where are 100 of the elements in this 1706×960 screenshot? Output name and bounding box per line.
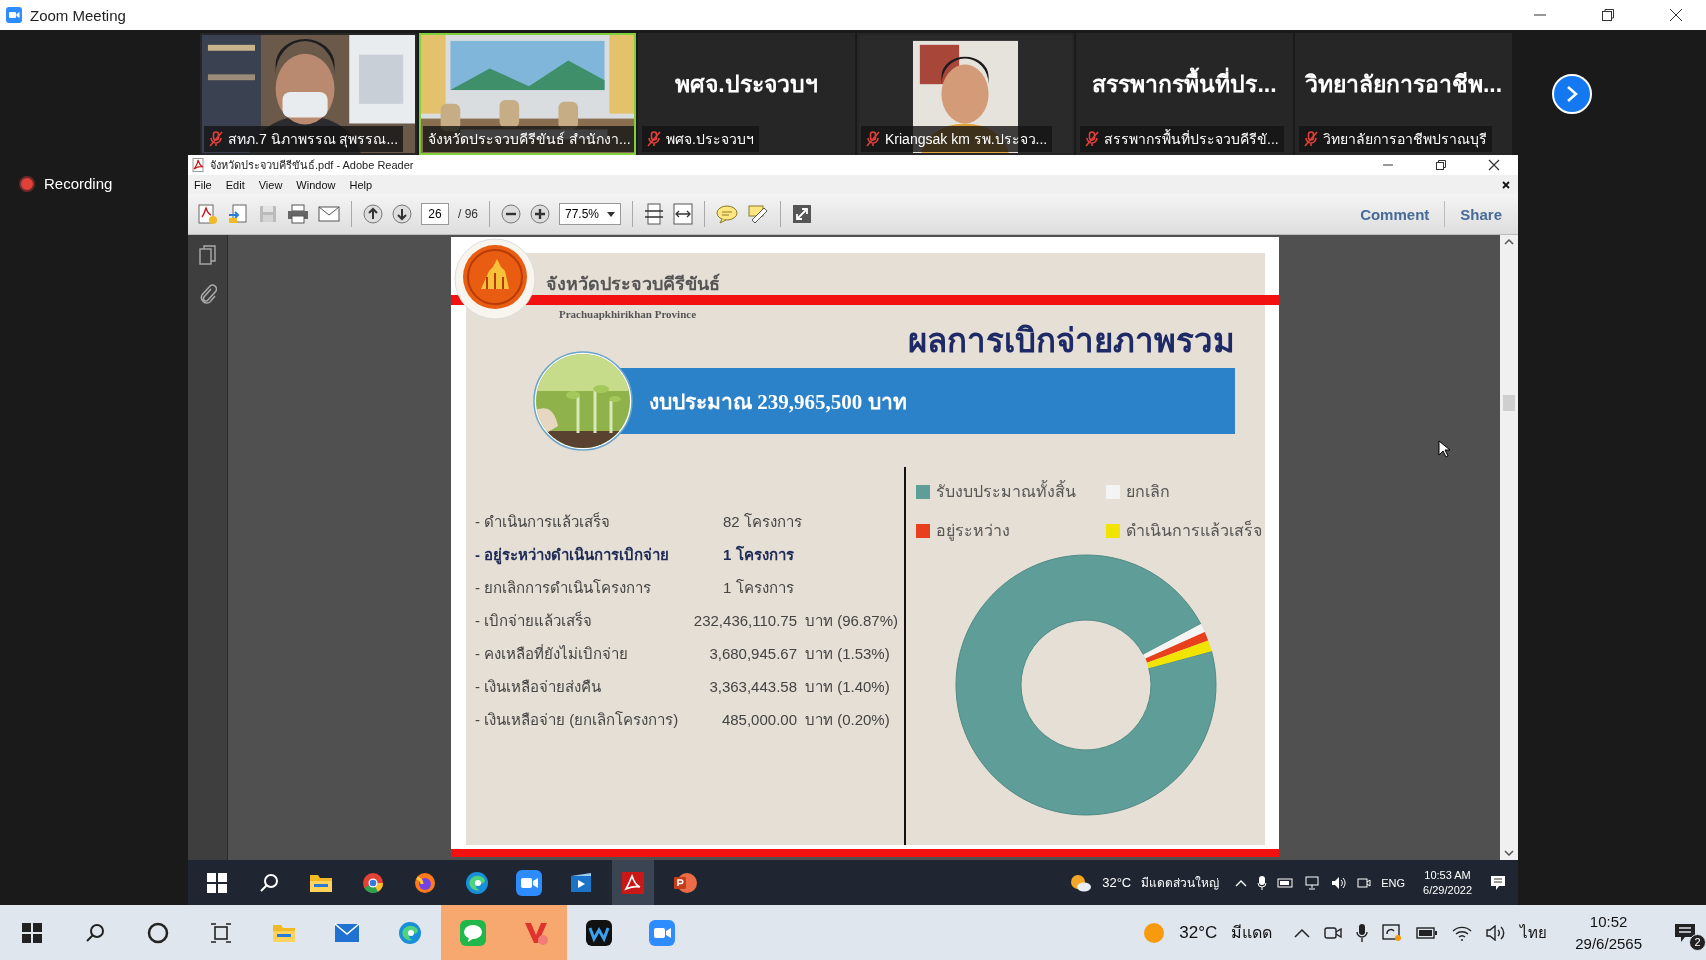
expand-icon[interactable]: [792, 204, 813, 224]
toolbar-link[interactable]: Comment: [1354, 205, 1436, 223]
video-camera-icon: [6, 7, 22, 23]
item-unit: บาท (0.20%): [805, 709, 891, 730]
chrome-browser-icon[interactable]: [362, 871, 384, 894]
create-pdf-icon[interactable]: [196, 203, 218, 225]
highlight-pen-icon[interactable]: [747, 203, 770, 225]
restore-icon[interactable]: [1601, 8, 1615, 22]
notification-icon[interactable]: [1674, 922, 1696, 943]
fox-browser-icon[interactable]: [414, 871, 436, 894]
search-icon[interactable]: [259, 872, 279, 893]
participant-name: วิทยาลัยการอาชีพปราณบุรี: [1323, 130, 1487, 150]
menu-item[interactable]: Help: [349, 178, 373, 191]
muted-mic-icon: [1304, 131, 1318, 147]
participant-display-name: สรรพากรพื้นที่ปร...: [1092, 66, 1277, 102]
province-subtitle: Prachuapkhirikhan Province: [559, 307, 697, 321]
pages-icon[interactable]: [198, 245, 217, 265]
export-icon[interactable]: [227, 203, 249, 225]
language-indicator[interactable]: ENG: [1381, 876, 1406, 889]
scroll-thumb[interactable]: [1503, 395, 1515, 411]
print-icon[interactable]: [287, 204, 309, 224]
windows-logo-icon[interactable]: [207, 872, 227, 893]
page-number-field[interactable]: 26: [421, 203, 449, 225]
chevron-up-icon[interactable]: [1294, 927, 1311, 938]
zoom-in-icon[interactable]: [530, 204, 550, 224]
network-icon[interactable]: [1305, 875, 1322, 890]
item-label: - เบิกจ่ายแล้วเสร็จ: [475, 610, 594, 631]
envelope-icon[interactable]: [318, 206, 340, 222]
next-page-button[interactable]: [1552, 74, 1592, 114]
legend-label: ดำเนินการแล้วเสร็จ: [1126, 519, 1262, 541]
battery-icon[interactable]: [1277, 876, 1296, 889]
item-amount: 232,436,110.75: [692, 610, 798, 631]
menu-item[interactable]: View: [258, 178, 283, 191]
weather-text: มีแดด: [1231, 923, 1273, 943]
taskbar-button[interactable]: [612, 860, 654, 905]
speaker-icon[interactable]: [1486, 924, 1507, 941]
item-amount: 3,680,945.67: [708, 643, 798, 664]
menu-item[interactable]: Window: [296, 178, 336, 191]
camera-icon[interactable]: [1324, 924, 1343, 941]
restore-icon[interactable]: [1435, 159, 1447, 171]
clock-date: 29/6/2565: [1575, 933, 1642, 954]
search-icon[interactable]: [84, 922, 105, 943]
close-icon[interactable]: [1669, 8, 1683, 22]
video-camera-icon[interactable]: [516, 869, 542, 896]
item-label: - เงินเหลือจ่าย (ยกเลิกโครงการ): [475, 709, 680, 730]
recording-dot-icon: [19, 175, 35, 192]
item-label: - ยกเลิกการดำเนินโครงการ: [475, 577, 653, 598]
sun-icon: [1143, 921, 1166, 944]
weather-text: มีแดดส่วนใหญ่: [1141, 875, 1220, 892]
legend-label: รับงบประมาณทั้งสิ้น: [936, 479, 1076, 504]
scroll-up-icon[interactable]: [1504, 239, 1514, 245]
close-icon[interactable]: [1502, 180, 1510, 189]
paperclip-icon[interactable]: [198, 283, 217, 305]
muted-mic-icon: [1085, 131, 1099, 147]
item-amount: 3,363,443.58: [708, 676, 798, 697]
camera-icon[interactable]: [1357, 875, 1372, 890]
speaker-icon[interactable]: [1331, 875, 1348, 890]
microphone-icon[interactable]: [1356, 922, 1369, 943]
zoom-out-icon[interactable]: [501, 204, 521, 224]
menu-item[interactable]: File: [194, 178, 212, 191]
legend-label: อยู่ระหว่าง: [936, 521, 1010, 543]
comment-icon[interactable]: [716, 204, 739, 224]
sync-icon[interactable]: [1382, 923, 1403, 942]
notification-count-badge: 2: [1689, 933, 1706, 951]
fit-page-icon[interactable]: [644, 203, 665, 225]
battery-icon[interactable]: [1416, 925, 1439, 940]
arrow-up-icon[interactable]: [363, 204, 383, 224]
arrow-down-icon[interactable]: [392, 204, 412, 224]
fit-width-icon[interactable]: [673, 203, 694, 225]
item-label: - อยู่ระหว่างดำเนินการเบิกจ่าย: [475, 544, 671, 566]
item-unit: บาท (1.40%): [805, 676, 891, 697]
item-count: 1 โครงการ: [722, 544, 795, 565]
w-logo-icon[interactable]: [585, 919, 612, 946]
envelope-icon[interactable]: [333, 922, 360, 943]
menu-item[interactable]: Edit: [225, 178, 245, 191]
scrollbar[interactable]: [1500, 235, 1518, 860]
circle-icon[interactable]: [146, 921, 169, 944]
zoom-level-dropdown[interactable]: 77.5%: [559, 203, 622, 225]
item-amount: 485,000.00: [720, 709, 798, 730]
recording-label: Recording: [44, 175, 113, 192]
folder-icon[interactable]: [309, 872, 333, 893]
participant-name: Kriangsak km รพ.ประจว...: [885, 130, 1048, 149]
close-icon[interactable]: [1488, 159, 1500, 171]
language-indicator[interactable]: ไทย: [1520, 920, 1548, 945]
task-view-icon[interactable]: [209, 922, 232, 943]
presentation-app-icon[interactable]: [673, 871, 697, 894]
wifi-icon[interactable]: [1452, 924, 1473, 941]
participant-display-name: พศจ.ประจวบฯ: [675, 70, 818, 99]
edge-browser-icon[interactable]: [465, 870, 489, 895]
chat-bubble-icon[interactable]: [459, 919, 486, 946]
pdf-app-icon[interactable]: [622, 871, 644, 894]
participant-name: พศจ.ประจวบฯ: [666, 130, 754, 149]
temperature: 32°C: [1102, 875, 1132, 890]
toolbar-link[interactable]: Share: [1454, 205, 1508, 223]
windows-logo-icon[interactable]: [21, 922, 42, 943]
microphone-icon[interactable]: [1257, 874, 1268, 891]
video-player-icon[interactable]: [570, 871, 592, 894]
mouse-cursor-icon: [1438, 440, 1450, 458]
notification-icon[interactable]: [1490, 874, 1506, 891]
scroll-down-icon[interactable]: [1504, 850, 1514, 856]
